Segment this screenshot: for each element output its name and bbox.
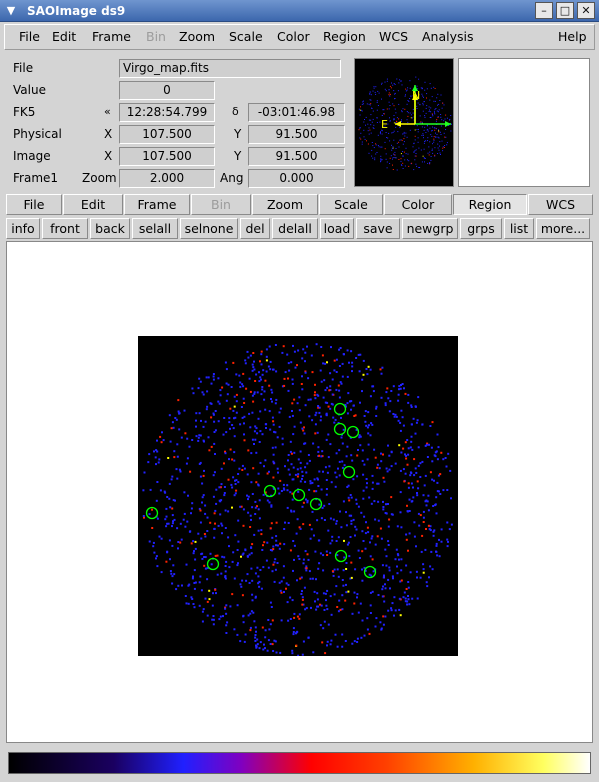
compass-icon <box>395 85 451 127</box>
north-label: N <box>412 89 420 102</box>
button-bin[interactable]: Bin <box>191 194 251 215</box>
info-panel: File Virgo_map.fits Value 0 FK5 « 12:28:… <box>6 57 348 188</box>
value-label: Value <box>13 83 46 97</box>
east-label: E <box>381 118 388 131</box>
button-scale[interactable]: Scale <box>319 194 383 215</box>
menu-region[interactable]: Region <box>323 29 366 44</box>
image-y-label: Y <box>234 149 242 163</box>
physical-y-field: 91.500 <box>248 125 345 144</box>
region-back-button[interactable]: back <box>90 218 130 239</box>
button-frame[interactable]: Frame <box>124 194 190 215</box>
colorbar[interactable] <box>8 752 591 774</box>
physical-y-label: Y <box>234 127 242 141</box>
file-label: File <box>13 61 34 75</box>
region-del-button[interactable]: del <box>240 218 270 239</box>
window-title: SAOImage ds9 <box>27 4 126 18</box>
menu-wcs[interactable]: WCS <box>379 29 408 44</box>
region-info-button[interactable]: info <box>6 218 40 239</box>
region-load-button[interactable]: load <box>320 218 354 239</box>
chevron-down-icon[interactable]: ▼ <box>2 2 20 19</box>
menu-bar: File Edit Frame Bin Zoom Scale Color Reg… <box>4 24 595 50</box>
button-edit[interactable]: Edit <box>63 194 123 215</box>
button-file[interactable]: File <box>6 194 62 215</box>
region-more-button[interactable]: more... <box>536 218 590 239</box>
region-delall-button[interactable]: delall <box>272 218 318 239</box>
ang-label: Ang <box>220 171 244 185</box>
panner-image: N E <box>358 76 452 171</box>
region-grps-button[interactable]: grps <box>460 218 502 239</box>
value-field: 0 <box>119 81 215 100</box>
image-x-label: X <box>104 149 113 163</box>
magnifier <box>458 58 590 187</box>
image-label: Image <box>13 149 51 163</box>
region-selnone-button[interactable]: selnone <box>180 218 238 239</box>
colorbar-gradient <box>9 753 590 773</box>
button-region[interactable]: Region <box>453 194 527 215</box>
frame-label: Frame1 <box>13 171 59 185</box>
menu-edit[interactable]: Edit <box>52 29 76 44</box>
menu-analysis[interactable]: Analysis <box>422 29 474 44</box>
image-canvas[interactable] <box>6 241 593 743</box>
menu-bin[interactable]: Bin <box>146 29 166 44</box>
panner[interactable]: N E <box>354 58 454 187</box>
physical-x-field: 107.500 <box>119 125 215 144</box>
image-x-field: 107.500 <box>119 147 215 166</box>
zoom-label: Zoom <box>82 171 117 185</box>
menu-help[interactable]: Help <box>558 29 587 44</box>
menu-zoom[interactable]: Zoom <box>179 29 215 44</box>
sky-image[interactable] <box>138 336 458 656</box>
menu-color[interactable]: Color <box>277 29 310 44</box>
ra-field: 12:28:54.799 <box>119 103 215 122</box>
button-color[interactable]: Color <box>384 194 452 215</box>
dec-field: -03:01:46.98 <box>248 103 345 122</box>
region-list-button[interactable]: list <box>504 218 534 239</box>
maximize-button[interactable]: □ <box>556 2 574 19</box>
minimize-button[interactable]: – <box>535 2 553 19</box>
region-front-button[interactable]: front <box>42 218 88 239</box>
button-wcs[interactable]: WCS <box>528 194 593 215</box>
image-y-field: 91.500 <box>248 147 345 166</box>
menu-scale[interactable]: Scale <box>229 29 263 44</box>
button-zoom[interactable]: Zoom <box>252 194 318 215</box>
alpha-symbol: « <box>104 105 111 118</box>
region-save-button[interactable]: save <box>356 218 400 239</box>
zoom-field: 2.000 <box>119 169 215 188</box>
region-selall-button[interactable]: selall <box>132 218 178 239</box>
ang-field: 0.000 <box>248 169 345 188</box>
physical-x-label: X <box>104 127 113 141</box>
title-bar: ▼ SAOImage ds9 – □ ✕ <box>0 0 599 22</box>
delta-symbol: δ <box>232 105 239 118</box>
physical-label: Physical <box>13 127 62 141</box>
file-field: Virgo_map.fits <box>119 59 341 78</box>
menu-frame[interactable]: Frame <box>92 29 131 44</box>
close-button[interactable]: ✕ <box>577 2 595 19</box>
region-newgrp-button[interactable]: newgrp <box>402 218 458 239</box>
menu-file[interactable]: File <box>19 29 40 44</box>
fk5-label: FK5 <box>13 105 36 119</box>
